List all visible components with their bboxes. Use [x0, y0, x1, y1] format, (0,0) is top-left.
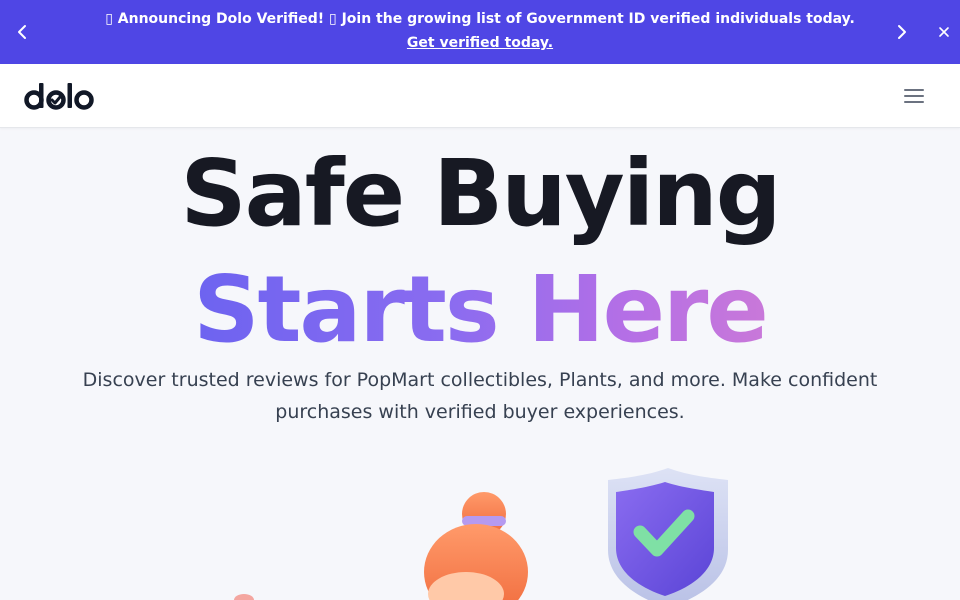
- close-icon: [939, 27, 949, 37]
- hero-subtitle: Discover trusted reviews for PopMart col…: [82, 369, 878, 423]
- hero-title-line1: Safe Buying: [180, 140, 781, 247]
- site-header: dolo: [0, 64, 960, 128]
- hero-title-line2: Starts Here: [0, 256, 960, 363]
- logo-wordmark: [24, 83, 94, 110]
- character-illustration: [424, 492, 528, 600]
- announcement-message: ▯ Announcing Dolo Verified! ▯ Join the g…: [105, 11, 855, 27]
- hamburger-menu-button[interactable]: [904, 86, 928, 106]
- announcement-close-button[interactable]: [932, 20, 956, 44]
- announcement-bar: ▯ Announcing Dolo Verified! ▯ Join the g…: [0, 0, 960, 64]
- get-verified-link[interactable]: Get verified today.: [407, 35, 553, 51]
- dolo-logo[interactable]: dolo: [24, 80, 96, 114]
- hero-illustration: [234, 468, 728, 600]
- hero-title-gradient-text: Starts Here: [193, 256, 769, 363]
- hand-illustration: [234, 594, 254, 600]
- announcement-next-button[interactable]: [890, 20, 914, 44]
- chevron-right-icon: [898, 25, 906, 39]
- shield-check-illustration: [608, 468, 728, 600]
